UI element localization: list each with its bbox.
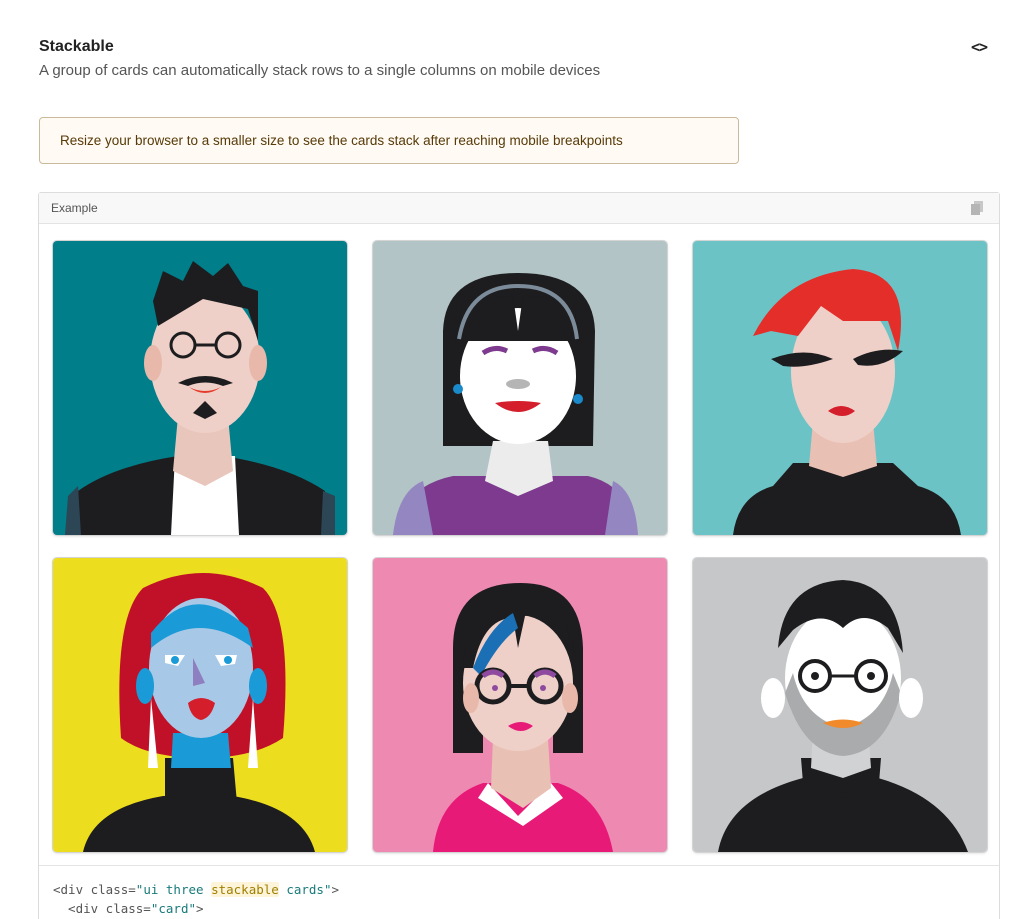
section-title: Stackable	[39, 38, 114, 55]
card-man-glasses[interactable]	[53, 241, 347, 535]
avatar-image	[693, 241, 987, 535]
code-line-1: <div class="ui three stackable cards">	[53, 880, 985, 899]
section-description: A group of cards can automatically stack…	[39, 62, 601, 79]
code-token: "ui three	[135, 882, 212, 897]
card-woman-blue-face[interactable]	[53, 558, 347, 852]
card-woman-round-glasses[interactable]	[373, 558, 667, 852]
notice-text: Resize your browser to a smaller size to…	[60, 133, 623, 148]
example-header: Example	[39, 193, 999, 224]
avatar-image	[373, 241, 667, 535]
card-woman-red-hair[interactable]	[693, 241, 987, 535]
code-line-2: <div class="card">	[53, 899, 985, 918]
code-token: >	[196, 901, 204, 916]
copy-icon[interactable]	[971, 201, 983, 215]
card-man-gray-beard[interactable]	[693, 558, 987, 852]
code-brackets-icon[interactable]: <>	[971, 38, 988, 56]
avatar-image	[693, 558, 987, 852]
info-notice: Resize your browser to a smaller size to…	[39, 117, 739, 164]
code-token: >	[331, 882, 340, 897]
section-header: Stackable A group of cards can automatic…	[39, 36, 999, 81]
example-label: Example	[51, 201, 98, 215]
code-token: cards"	[278, 882, 332, 897]
code-highlight: stackable	[211, 882, 279, 897]
code-token: "card"	[150, 901, 196, 916]
avatar-image	[373, 558, 667, 852]
avatar-image	[53, 241, 347, 535]
code-token: <div class=	[53, 882, 136, 897]
avatar-image	[53, 558, 347, 852]
example-panel: Example <div class="ui three stackable c…	[38, 192, 1000, 919]
card-woman-headband[interactable]	[373, 241, 667, 535]
code-token: <div class=	[53, 901, 151, 916]
code-snippet: <div class="ui three stackable cards"> <…	[39, 865, 999, 919]
